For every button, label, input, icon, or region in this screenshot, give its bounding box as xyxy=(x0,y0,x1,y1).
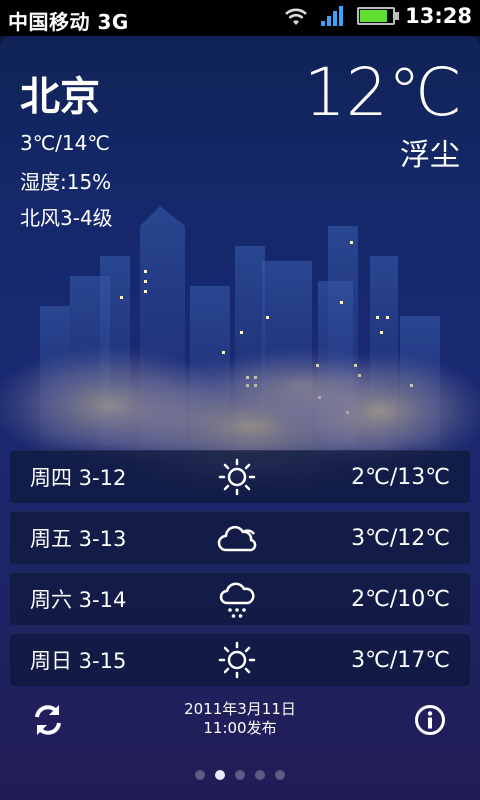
forecast-day: 周六 3-14 xyxy=(30,588,127,612)
forecast-day: 周日 3-15 xyxy=(30,649,127,673)
carrier-label: 中国移动 3G xyxy=(8,10,129,34)
wind-label: 北风3-4级 xyxy=(20,206,113,230)
forecast-list: 周四 3-12 2℃/13℃ 周五 3-13 3℃/12℃ 周六 3-14 2℃… xyxy=(10,450,470,694)
page-indicator[interactable] xyxy=(0,770,480,780)
signal-icon xyxy=(321,6,344,26)
sunny-icon xyxy=(218,458,256,496)
wifi-icon xyxy=(285,8,308,25)
page-dot[interactable] xyxy=(195,770,205,780)
page-dot[interactable] xyxy=(255,770,265,780)
info-icon[interactable] xyxy=(414,704,446,736)
page-dot[interactable] xyxy=(235,770,245,780)
page-dot[interactable] xyxy=(275,770,285,780)
status-bar: 中国移动 3G 13:28 xyxy=(0,0,480,36)
city-name: 北京 xyxy=(20,74,100,120)
forecast-row[interactable]: 周四 3-12 2℃/13℃ xyxy=(10,450,470,503)
forecast-row[interactable]: 周六 3-14 2℃/10℃ xyxy=(10,572,470,625)
temperature-range: 3℃/14℃ xyxy=(20,131,110,155)
weather-panel[interactable]: 北京 3℃/14℃ 湿度:15% 北风3-4级 12℃ 浮尘 周四 3-12 2… xyxy=(0,36,480,800)
weather-condition: 浮尘 xyxy=(400,138,460,173)
forecast-temps: 2℃/13℃ xyxy=(351,464,450,490)
page-dot[interactable] xyxy=(215,770,225,780)
forecast-day: 周四 3-12 xyxy=(30,466,127,490)
forecast-row[interactable]: 周日 3-15 3℃/17℃ xyxy=(10,633,470,686)
clock: 13:28 xyxy=(405,4,472,28)
sunny-icon xyxy=(218,641,256,679)
humidity-label: 湿度:15% xyxy=(20,170,112,194)
current-temperature: 12℃ xyxy=(303,54,462,131)
rain-cloud-icon xyxy=(219,582,255,618)
publish-info: 2011年3月11日 11:00发布 xyxy=(0,700,480,738)
forecast-temps: 3℃/17℃ xyxy=(351,647,450,673)
publish-time: 11:00发布 xyxy=(203,719,277,737)
footer-bar: 2011年3月11日 11:00发布 xyxy=(0,698,480,758)
forecast-temps: 2℃/10℃ xyxy=(351,586,450,612)
forecast-temps: 3℃/12℃ xyxy=(351,525,450,551)
forecast-row[interactable]: 周五 3-13 3℃/12℃ xyxy=(10,511,470,564)
cloudy-icon xyxy=(217,525,257,552)
forecast-day: 周五 3-13 xyxy=(30,527,127,551)
publish-date: 2011年3月11日 xyxy=(184,700,296,718)
battery-icon xyxy=(357,7,400,25)
